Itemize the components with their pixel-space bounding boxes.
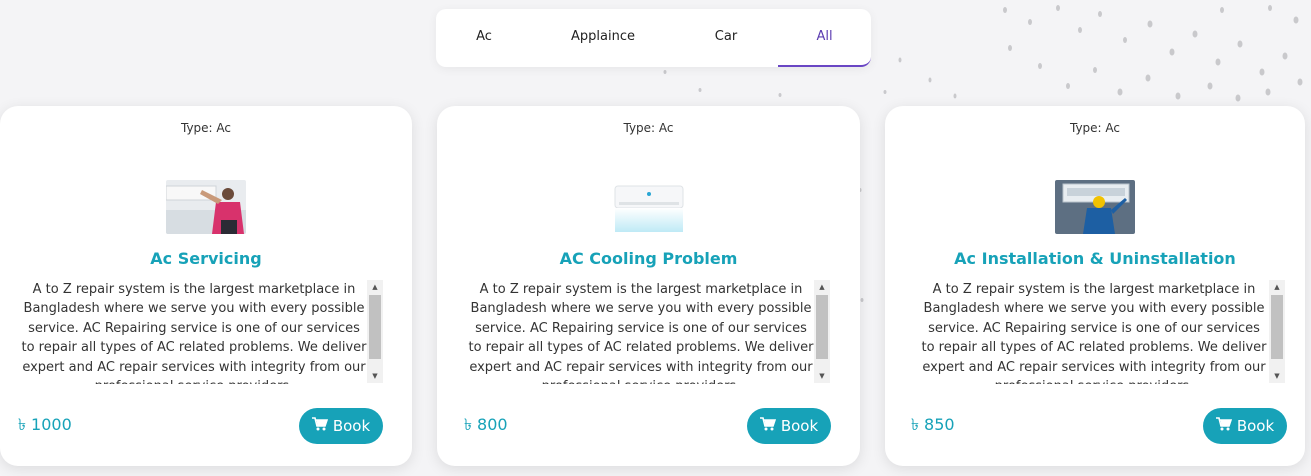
- book-button[interactable]: Book: [747, 408, 831, 444]
- cart-icon: [759, 417, 776, 435]
- category-filter-tabs: Ac Applaince Car All: [436, 9, 871, 67]
- book-button-label: Book: [780, 417, 819, 435]
- service-description: A to Z repair system is the largest mark…: [21, 282, 367, 384]
- description-scrollbar[interactable]: ▲ ▼: [814, 280, 830, 383]
- scroll-down-arrow-icon[interactable]: ▼: [367, 369, 383, 383]
- book-button[interactable]: Book: [299, 408, 383, 444]
- description-scroll-area[interactable]: A to Z repair system is the largest mark…: [920, 280, 1283, 384]
- technician-installing-ac-photo: [1055, 180, 1135, 234]
- service-type-label: Type: Ac: [623, 121, 674, 135]
- scroll-up-arrow-icon[interactable]: ▲: [814, 280, 830, 294]
- scrollbar-thumb[interactable]: [1271, 295, 1283, 359]
- book-button-label: Book: [332, 417, 371, 435]
- service-card: Type: Ac Ac Servicing A to Z repair syst…: [0, 106, 412, 466]
- tab-car[interactable]: Car: [674, 9, 778, 67]
- service-card: Type: Ac AC Cooling Problem A to Z repai…: [437, 106, 860, 466]
- book-button[interactable]: Book: [1203, 408, 1287, 444]
- scroll-down-arrow-icon[interactable]: ▼: [1269, 369, 1285, 383]
- tab-all[interactable]: All: [778, 9, 871, 67]
- description-scrollbar[interactable]: ▲ ▼: [367, 280, 383, 383]
- service-title: AC Cooling Problem: [559, 249, 738, 268]
- tab-ac[interactable]: Ac: [436, 9, 532, 67]
- scroll-up-arrow-icon[interactable]: ▲: [1269, 280, 1285, 294]
- scrollbar-thumb[interactable]: [369, 295, 381, 359]
- service-type-label: Type: Ac: [180, 121, 231, 135]
- cart-icon: [1215, 417, 1232, 435]
- service-price: ৳ 1000: [18, 415, 72, 434]
- service-title: Ac Servicing: [150, 249, 262, 268]
- scroll-down-arrow-icon[interactable]: ▼: [814, 369, 830, 383]
- description-scroll-area[interactable]: A to Z repair system is the largest mark…: [20, 280, 383, 384]
- service-description: A to Z repair system is the largest mark…: [921, 282, 1267, 384]
- technician-servicing-ac-photo: [166, 180, 246, 234]
- cart-icon: [311, 417, 328, 435]
- description-scrollbar[interactable]: ▲ ▼: [1269, 280, 1285, 383]
- service-card: Type: Ac Ac Installation & Uninstallatio…: [885, 106, 1305, 466]
- book-button-label: Book: [1236, 417, 1275, 435]
- service-price: ৳ 850: [911, 415, 955, 434]
- scrollbar-thumb[interactable]: [816, 295, 828, 359]
- scroll-up-arrow-icon[interactable]: ▲: [367, 280, 383, 294]
- service-description: A to Z repair system is the largest mark…: [468, 282, 814, 384]
- service-type-label: Type: Ac: [1069, 121, 1120, 135]
- air-conditioner-unit-photo: [608, 180, 689, 234]
- service-title: Ac Installation & Uninstallation: [954, 249, 1236, 268]
- service-price: ৳ 800: [464, 415, 508, 434]
- tab-applaince[interactable]: Applaince: [532, 9, 674, 67]
- description-scroll-area[interactable]: A to Z repair system is the largest mark…: [467, 280, 830, 384]
